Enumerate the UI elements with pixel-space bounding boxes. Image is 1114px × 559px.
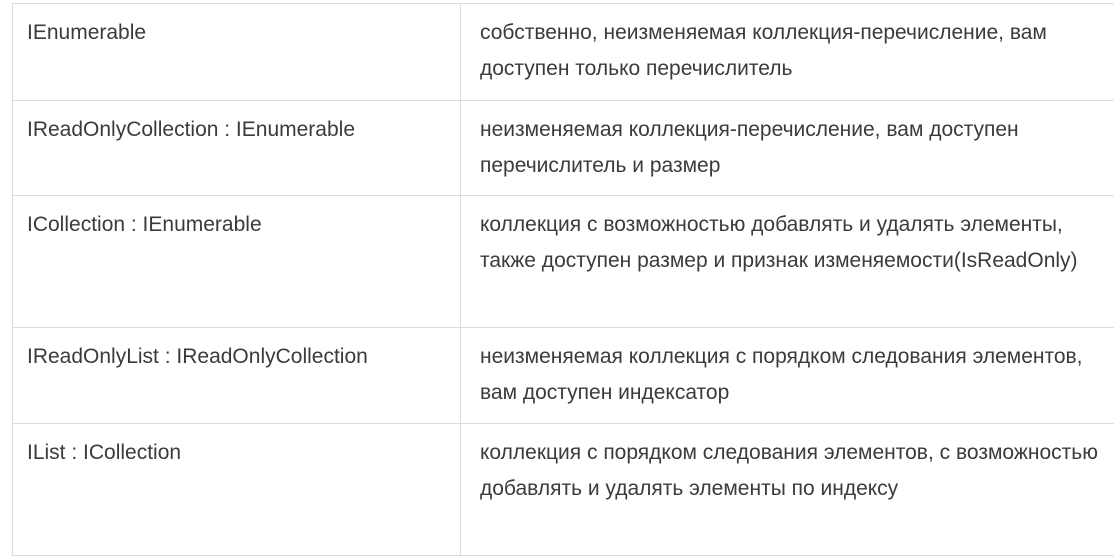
table-row: IReadOnlyList : IReadOnlyCollection неиз… [12, 327, 1114, 424]
interface-name-cell: IReadOnlyList : IReadOnlyCollection [12, 327, 461, 424]
interface-name-cell: IList : ICollection [12, 423, 461, 556]
interface-description-cell: коллекция с порядком следования элементо… [460, 423, 1114, 556]
interface-name-cell: IEnumerable [12, 3, 461, 101]
table-row: ICollection : IEnumerable коллекция с во… [12, 195, 1114, 328]
table-row: IEnumerable собственно, неизменяемая кол… [12, 3, 1114, 101]
interface-description-cell: неизменяемая коллекция с порядком следов… [460, 327, 1114, 424]
table-row: IReadOnlyCollection : IEnumerable неизме… [12, 100, 1114, 196]
interface-description-cell: неизменяемая коллекция-перечисление, вам… [460, 100, 1114, 196]
interface-name-cell: IReadOnlyCollection : IEnumerable [12, 100, 461, 196]
interface-description-cell: собственно, неизменяемая коллекция-переч… [460, 3, 1114, 101]
interfaces-table: IEnumerable собственно, неизменяемая кол… [12, 3, 1114, 556]
interface-description-cell: коллекция с возможностью добавлять и уда… [460, 195, 1114, 328]
table-row: IList : ICollection коллекция с порядком… [12, 423, 1114, 556]
interface-name-cell: ICollection : IEnumerable [12, 195, 461, 328]
interfaces-table-container: IEnumerable собственно, неизменяемая кол… [12, 3, 1114, 556]
